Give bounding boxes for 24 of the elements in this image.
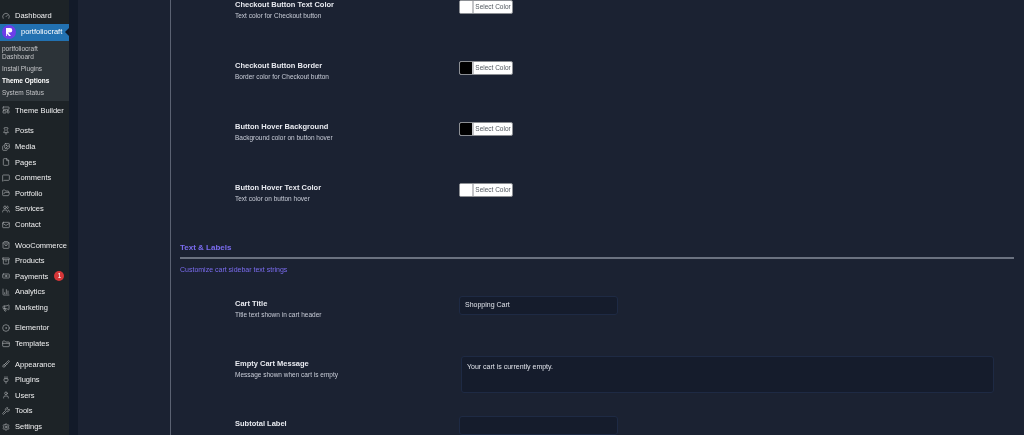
user-icon	[2, 391, 10, 400]
people-icon	[2, 204, 10, 213]
circle-icon	[2, 324, 10, 333]
layout-icon	[2, 106, 10, 115]
settings-icon	[2, 422, 10, 431]
wrench-icon	[2, 407, 10, 416]
bag-icon	[2, 241, 10, 250]
megaphone-icon	[2, 303, 10, 312]
brush-icon	[2, 360, 10, 369]
archive-icon	[2, 256, 10, 265]
pin-icon	[2, 127, 10, 135]
mail-icon	[2, 220, 10, 229]
section-heading: Text & Labels	[180, 242, 1014, 259]
banknote-icon	[2, 272, 10, 281]
bar-chart-icon	[2, 287, 10, 296]
comment-icon	[2, 173, 10, 182]
logo-icon	[2, 25, 16, 40]
folder-icon	[2, 339, 10, 348]
gauge-icon	[2, 11, 10, 20]
text-input-field[interactable]	[459, 415, 618, 435]
plug-icon	[2, 375, 10, 384]
page-icon	[2, 158, 10, 167]
images-icon	[2, 142, 10, 151]
folder-icon	[2, 189, 10, 198]
